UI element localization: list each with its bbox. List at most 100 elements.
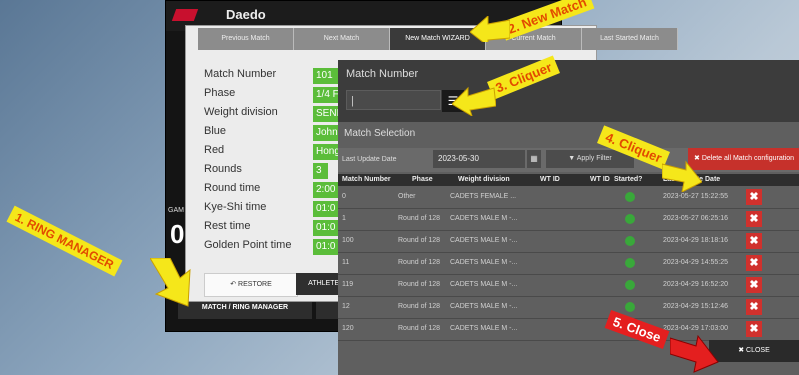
cell-weight-division: CADETS MALE M -...: [450, 259, 518, 266]
field-match-number: Match Number: [204, 68, 276, 86]
field-label: Red: [204, 144, 225, 156]
arrow-step1-icon: [150, 258, 191, 307]
date-input[interactable]: 2023-05-30: [433, 150, 525, 168]
match-tabs: Previous Match Next Match New Match WIZA…: [198, 28, 678, 50]
delete-all-label: Delete all Match configuration: [701, 155, 795, 162]
started-indicator-icon: [625, 302, 635, 312]
delete-row-icon[interactable]: ✖: [746, 189, 762, 205]
table-row[interactable]: 11 Round of 128 CADETS MALE M -... 2023-04-…: [338, 252, 799, 275]
close-icon: ✖: [738, 347, 747, 354]
restore-label: RESTORE: [238, 281, 272, 288]
started-indicator-icon: [625, 214, 635, 224]
column-header: Weight division: [458, 176, 510, 183]
cell-phase: Round of 128: [398, 215, 441, 222]
delete-row-icon[interactable]: ✖: [746, 277, 762, 293]
cell-last-update-date: 2023-05-27 06:25:16: [663, 215, 728, 222]
delete-row-icon[interactable]: ✖: [746, 299, 762, 315]
field-round-time: Round time: [204, 182, 260, 200]
started-indicator-icon: [625, 236, 635, 246]
column-header: Match Number: [342, 176, 391, 183]
restore-button[interactable]: ↶ RESTORE: [204, 273, 298, 297]
cell-last-update-date: 2023-04-29 14:55:25: [663, 259, 728, 266]
cell-weight-division: CADETS MALE M -...: [450, 237, 518, 244]
cell-weight-division: CADETS FEMALE ...: [450, 193, 517, 200]
column-header: Phase: [412, 176, 433, 183]
tab-next-match[interactable]: Next Match: [294, 28, 390, 50]
column-header: Started?: [614, 176, 643, 183]
cell-match-number: 100: [342, 237, 354, 244]
delete-row-icon[interactable]: ✖: [746, 255, 762, 271]
app-logo: Daedo: [226, 7, 266, 22]
cell-match-number: 12: [342, 303, 350, 310]
cell-match-number: 120: [342, 325, 354, 332]
field-label: Blue: [204, 125, 227, 137]
last-update-label: Last Update Date: [342, 156, 397, 163]
close-button[interactable]: ✖ CLOSE: [709, 340, 799, 362]
arrow-step2-icon: [470, 16, 510, 42]
cell-phase: Round of 128: [398, 325, 441, 332]
cell-phase: Round of 128: [398, 237, 441, 244]
table-row[interactable]: 0 Other CADETS FEMALE ... 2023-05-27 15:22:…: [338, 186, 799, 209]
field-rounds: Rounds: [204, 163, 242, 181]
calendar-icon[interactable]: ▦: [527, 150, 541, 168]
cell-match-number: 119: [342, 281, 354, 288]
cell-phase: Round of 128: [398, 259, 441, 266]
arrow-step5-icon: [670, 334, 719, 373]
table-row[interactable]: 100 Round of 128 CADETS MALE M -... 2023-04…: [338, 230, 799, 253]
cell-last-update-date: 2023-04-29 18:18:16: [663, 237, 728, 244]
gam-label: GAM: [168, 207, 184, 214]
arrow-step3-icon: [452, 86, 496, 116]
started-indicator-icon: [625, 258, 635, 268]
big-number: 0: [170, 219, 185, 249]
cell-weight-division: CADETS MALE M -...: [450, 215, 518, 222]
field-label: Match Number: [204, 68, 277, 80]
cell-match-number: 11: [342, 259, 350, 266]
filter-icon: ▼: [568, 155, 577, 162]
callout-step1: 1. RING MANAGER: [6, 205, 123, 277]
cell-last-update-date: 2023-04-29 16:52:20: [663, 281, 728, 288]
cell-match-number: 0: [342, 193, 346, 200]
started-indicator-icon: [625, 280, 635, 290]
cell-last-update-date: 2023-04-29 15:12:46: [663, 303, 728, 310]
field-label: Kye-Shi time: [204, 201, 267, 213]
table-row[interactable]: 12 Round of 128 CADETS MALE M -... 2023-04-…: [338, 296, 799, 319]
table-header: Match Number Phase Weight division WT ID…: [338, 174, 799, 186]
field-label: Weight division: [204, 106, 278, 118]
column-header: WT ID: [590, 176, 610, 183]
delete-row-icon[interactable]: ✖: [746, 321, 762, 337]
field-label: Golden Point time: [204, 239, 292, 251]
close-label: CLOSE: [746, 347, 770, 354]
started-indicator-icon: [625, 192, 635, 202]
field-weight-division: Weight division: [204, 106, 278, 124]
field-phase: Phase: [204, 87, 235, 105]
table-row[interactable]: 119 Round of 128 CADETS MALE M -... 2023-04…: [338, 274, 799, 297]
cell-weight-division: CADETS MALE M -...: [450, 281, 518, 288]
delete-row-icon[interactable]: ✖: [746, 233, 762, 249]
apply-filter-label: Apply Filter: [576, 155, 612, 162]
cell-phase: Other: [398, 193, 416, 200]
field-label: Phase: [204, 87, 236, 99]
cell-match-number: 1: [342, 215, 346, 222]
table-row[interactable]: 120 Round of 128 CADETS MALE M -... 2023-04…: [338, 318, 799, 341]
cell-weight-division: CADETS MALE M -...: [450, 303, 518, 310]
arrow-step4-icon: [662, 160, 702, 192]
column-header: WT ID: [540, 176, 560, 183]
panel-title: Match Selection: [344, 128, 416, 139]
field-kye-shi-time: Kye-Shi time: [204, 201, 266, 219]
field-label: Round time: [204, 182, 261, 194]
field-blue: Blue: [204, 125, 226, 143]
match-selection-panel: Match Selection Last Update Date 2023-05…: [338, 122, 799, 375]
delete-all-button[interactable]: ✖ Delete all Match configuration: [688, 148, 799, 170]
field-label: Rest time: [204, 220, 251, 232]
match-number-input[interactable]: |: [346, 90, 441, 110]
tab-previous-match[interactable]: Previous Match: [198, 28, 294, 50]
wt-logo-icon: [171, 9, 199, 21]
tab-last-started-match[interactable]: Last Started Match: [582, 28, 678, 50]
field-value[interactable]: 3: [313, 163, 328, 179]
delete-row-icon[interactable]: ✖: [746, 211, 762, 227]
arrow-left-icon: ↶: [230, 281, 239, 288]
table-row[interactable]: 1 Round of 128 CADETS MALE M -... 2023-05-2…: [338, 208, 799, 231]
cell-phase: Round of 128: [398, 281, 441, 288]
dialog-title: Match Number: [346, 68, 419, 80]
cell-weight-division: CADETS MALE M -...: [450, 325, 518, 332]
